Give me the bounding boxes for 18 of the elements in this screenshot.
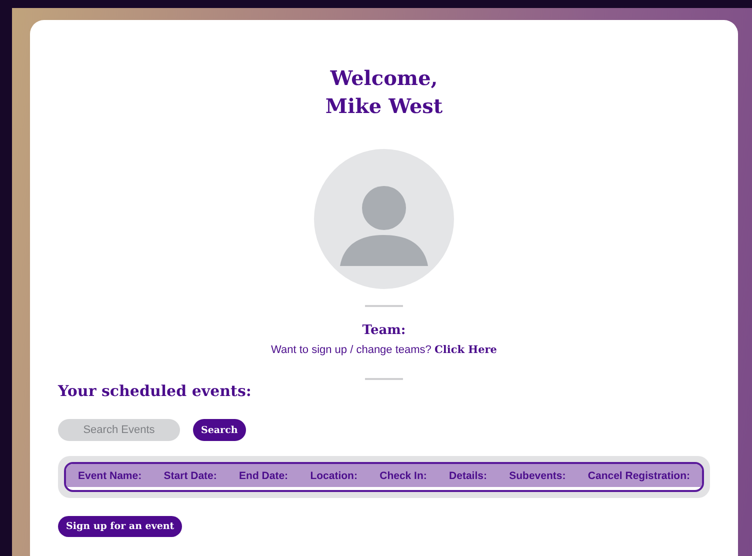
column-header: Check In: [380, 470, 427, 482]
column-header: Location: [310, 470, 358, 482]
column-header: Subevents: [509, 470, 566, 482]
user-name: Mike West [325, 93, 443, 120]
column-header: Details: [449, 470, 487, 482]
search-field[interactable]: Search Events [58, 419, 180, 441]
column-header: Cancel Registration: [588, 470, 690, 482]
column-header: Start Date: [164, 470, 217, 482]
team-heading: Team: [362, 323, 406, 338]
column-header: End Date: [239, 470, 288, 482]
team-prompt: Want to sign up / change teams? [271, 344, 432, 356]
welcome-heading: Welcome, [330, 65, 438, 92]
avatar-icon [314, 149, 454, 289]
sign-up-button[interactable]: Sign up for an event [58, 516, 182, 537]
column-header: Event Name: [78, 470, 142, 482]
click-here-link[interactable]: Click Here [434, 344, 497, 356]
events-heading: Your scheduled events: [58, 382, 252, 400]
search-button[interactable]: Search [193, 419, 246, 441]
